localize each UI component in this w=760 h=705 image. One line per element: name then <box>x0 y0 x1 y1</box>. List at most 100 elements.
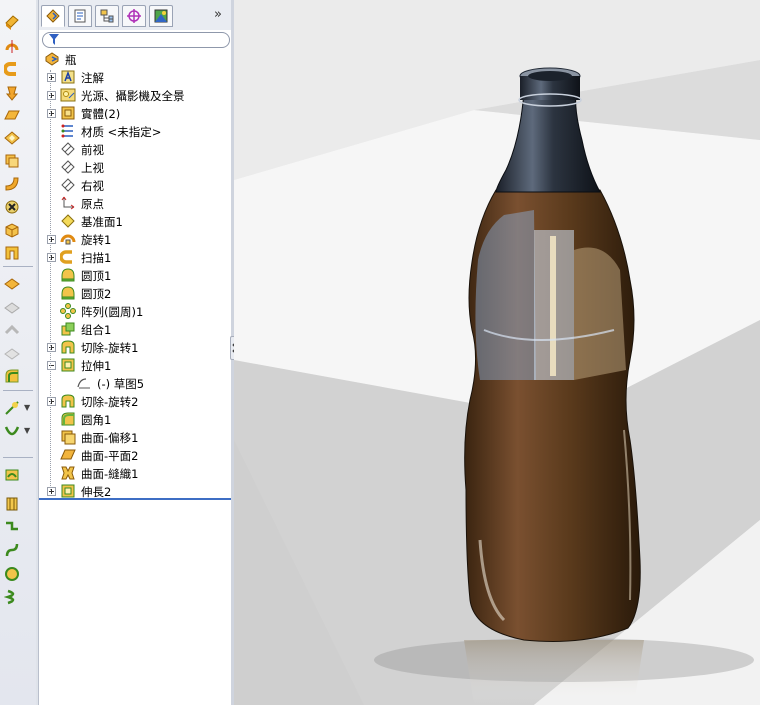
expand-icon[interactable] <box>47 109 56 118</box>
tree-item[interactable]: 圆顶2 <box>39 284 231 302</box>
tree-item-label: 材质 <未指定> <box>81 125 162 139</box>
swept-surface-icon[interactable] <box>4 519 20 535</box>
tree-item[interactable]: 曲面-縫織1 <box>39 464 231 482</box>
filled-surface-icon[interactable] <box>4 589 20 605</box>
tree-item-label: 前视 <box>81 143 104 157</box>
tree-item[interactable]: 上视 <box>39 158 231 176</box>
tree-item[interactable]: 组合1 <box>39 320 231 338</box>
tree-item[interactable]: 光源、攝影機及全景 <box>39 86 231 104</box>
tree-item-label: 曲面-縫織1 <box>81 467 139 481</box>
tree-item-label: 切除-旋转2 <box>81 395 139 409</box>
tab-dimxpert-manager[interactable] <box>122 5 146 27</box>
ref-plane-icon <box>61 214 75 228</box>
tree-item[interactable]: 圆角1 <box>39 410 231 428</box>
tree-item[interactable]: 瓶 <box>39 50 231 68</box>
tree-item[interactable]: 曲面-偏移1 <box>39 428 231 446</box>
tree-item-label: 基准面1 <box>81 215 123 229</box>
tree-item[interactable]: 拉伸1 <box>39 356 231 374</box>
cut-sweep-icon[interactable] <box>4 176 20 192</box>
tab-configuration-manager[interactable] <box>95 5 119 27</box>
sweep-boss-icon[interactable] <box>4 61 20 77</box>
material-icon <box>61 124 73 138</box>
tree-item[interactable]: 旋转1 <box>39 230 231 248</box>
rib-icon[interactable] <box>4 276 20 292</box>
boundary-boss-icon[interactable] <box>4 108 20 124</box>
curves-icon[interactable] <box>4 423 20 439</box>
display-manager-icon <box>154 9 168 23</box>
reference-geometry-icon[interactable] <box>4 400 20 416</box>
cut-revolve-icon <box>61 394 75 408</box>
wrap-disabled-icon[interactable] <box>4 323 20 339</box>
feature-manager-icon <box>46 9 60 23</box>
tab-display-manager[interactable] <box>149 5 173 27</box>
tree-item-label: 曲面-平面2 <box>81 449 139 463</box>
tree-item[interactable]: 切除-旋转1 <box>39 338 231 356</box>
bottle-opening <box>528 71 572 81</box>
hole-wizard-icon[interactable] <box>4 199 20 215</box>
dome-disabled-icon[interactable] <box>4 346 20 362</box>
lights-camera-icon <box>60 88 76 102</box>
tree-item-label: 瓶 <box>65 53 77 67</box>
rendered-scene <box>234 0 760 705</box>
tree-item[interactable]: 阵列(圆周)1 <box>39 302 231 320</box>
box-feature-icon[interactable] <box>4 222 20 238</box>
lofted-surface-icon[interactable] <box>4 542 20 558</box>
tree-item[interactable]: 前视 <box>39 140 231 158</box>
graphics-area[interactable] <box>234 0 760 705</box>
tab-property-manager[interactable] <box>68 5 92 27</box>
expand-icon[interactable] <box>47 253 56 262</box>
tree-item-label: 组合1 <box>81 323 112 337</box>
expand-icon[interactable] <box>47 343 56 352</box>
loft-boss-icon[interactable] <box>4 85 20 101</box>
curves-dropdown-icon[interactable]: ▼ <box>24 426 30 435</box>
tree-item[interactable]: 原点 <box>39 194 231 212</box>
tree-item-label: 圆角1 <box>81 413 112 427</box>
more-tabs-button[interactable]: » <box>214 7 222 22</box>
tree-item[interactable]: 實體(2) <box>39 104 231 122</box>
cut-revolve-tool-icon[interactable] <box>4 153 20 169</box>
toolbar-border <box>36 0 38 705</box>
cut-extrude-icon[interactable] <box>4 130 20 146</box>
boundary-surface-icon[interactable] <box>4 566 20 582</box>
expand-icon[interactable] <box>47 487 56 496</box>
cut-revolve-icon <box>61 340 75 354</box>
tree-item[interactable]: 基准面1 <box>39 212 231 230</box>
tree-item[interactable]: 注解 <box>39 68 231 86</box>
revolve-boss-icon[interactable] <box>4 38 20 54</box>
shell-icon[interactable] <box>4 245 20 261</box>
revolved-surface-icon[interactable] <box>4 496 20 512</box>
circular-pattern-icon <box>60 303 76 319</box>
tree-item[interactable]: 材质 <未指定> <box>39 122 231 140</box>
expand-icon[interactable] <box>47 73 56 82</box>
tree-filter-input[interactable] <box>42 32 230 48</box>
tree-item[interactable]: (-) 草图5 <box>39 374 231 392</box>
tree-item[interactable]: 曲面-平面2 <box>39 446 231 464</box>
filter-icon <box>49 34 59 45</box>
extrude-icon <box>61 358 75 372</box>
bottle-reflection <box>464 640 644 705</box>
fillet-icon <box>61 412 75 426</box>
expand-icon[interactable] <box>47 91 56 100</box>
tree-item[interactable]: 切除-旋转2 <box>39 392 231 410</box>
tree-item-label: 注解 <box>81 71 104 85</box>
tree-item[interactable]: 右视 <box>39 176 231 194</box>
origin-icon <box>61 196 75 210</box>
draft-disabled-icon[interactable] <box>4 300 20 316</box>
property-manager-icon <box>74 9 86 23</box>
reference-geometry-dropdown-icon[interactable]: ▼ <box>24 403 30 412</box>
extruded-surface-icon[interactable] <box>4 467 20 483</box>
rollback-bar[interactable] <box>39 498 231 500</box>
expand-icon[interactable] <box>47 235 56 244</box>
collapse-icon[interactable] <box>47 361 56 370</box>
tree-item[interactable]: 扫描1 <box>39 248 231 266</box>
tree-item-label: 右视 <box>81 179 104 193</box>
tree-item[interactable]: 圆顶1 <box>39 266 231 284</box>
extrude-boss-icon[interactable] <box>4 14 20 30</box>
toolbar-separator <box>3 266 33 267</box>
tree-item-label: 圆顶1 <box>81 269 112 283</box>
plane-icon <box>61 160 75 174</box>
fillet-tool-icon[interactable] <box>4 368 20 384</box>
tab-feature-manager[interactable] <box>41 5 65 27</box>
configuration-manager-icon <box>100 9 114 23</box>
expand-icon[interactable] <box>47 397 56 406</box>
